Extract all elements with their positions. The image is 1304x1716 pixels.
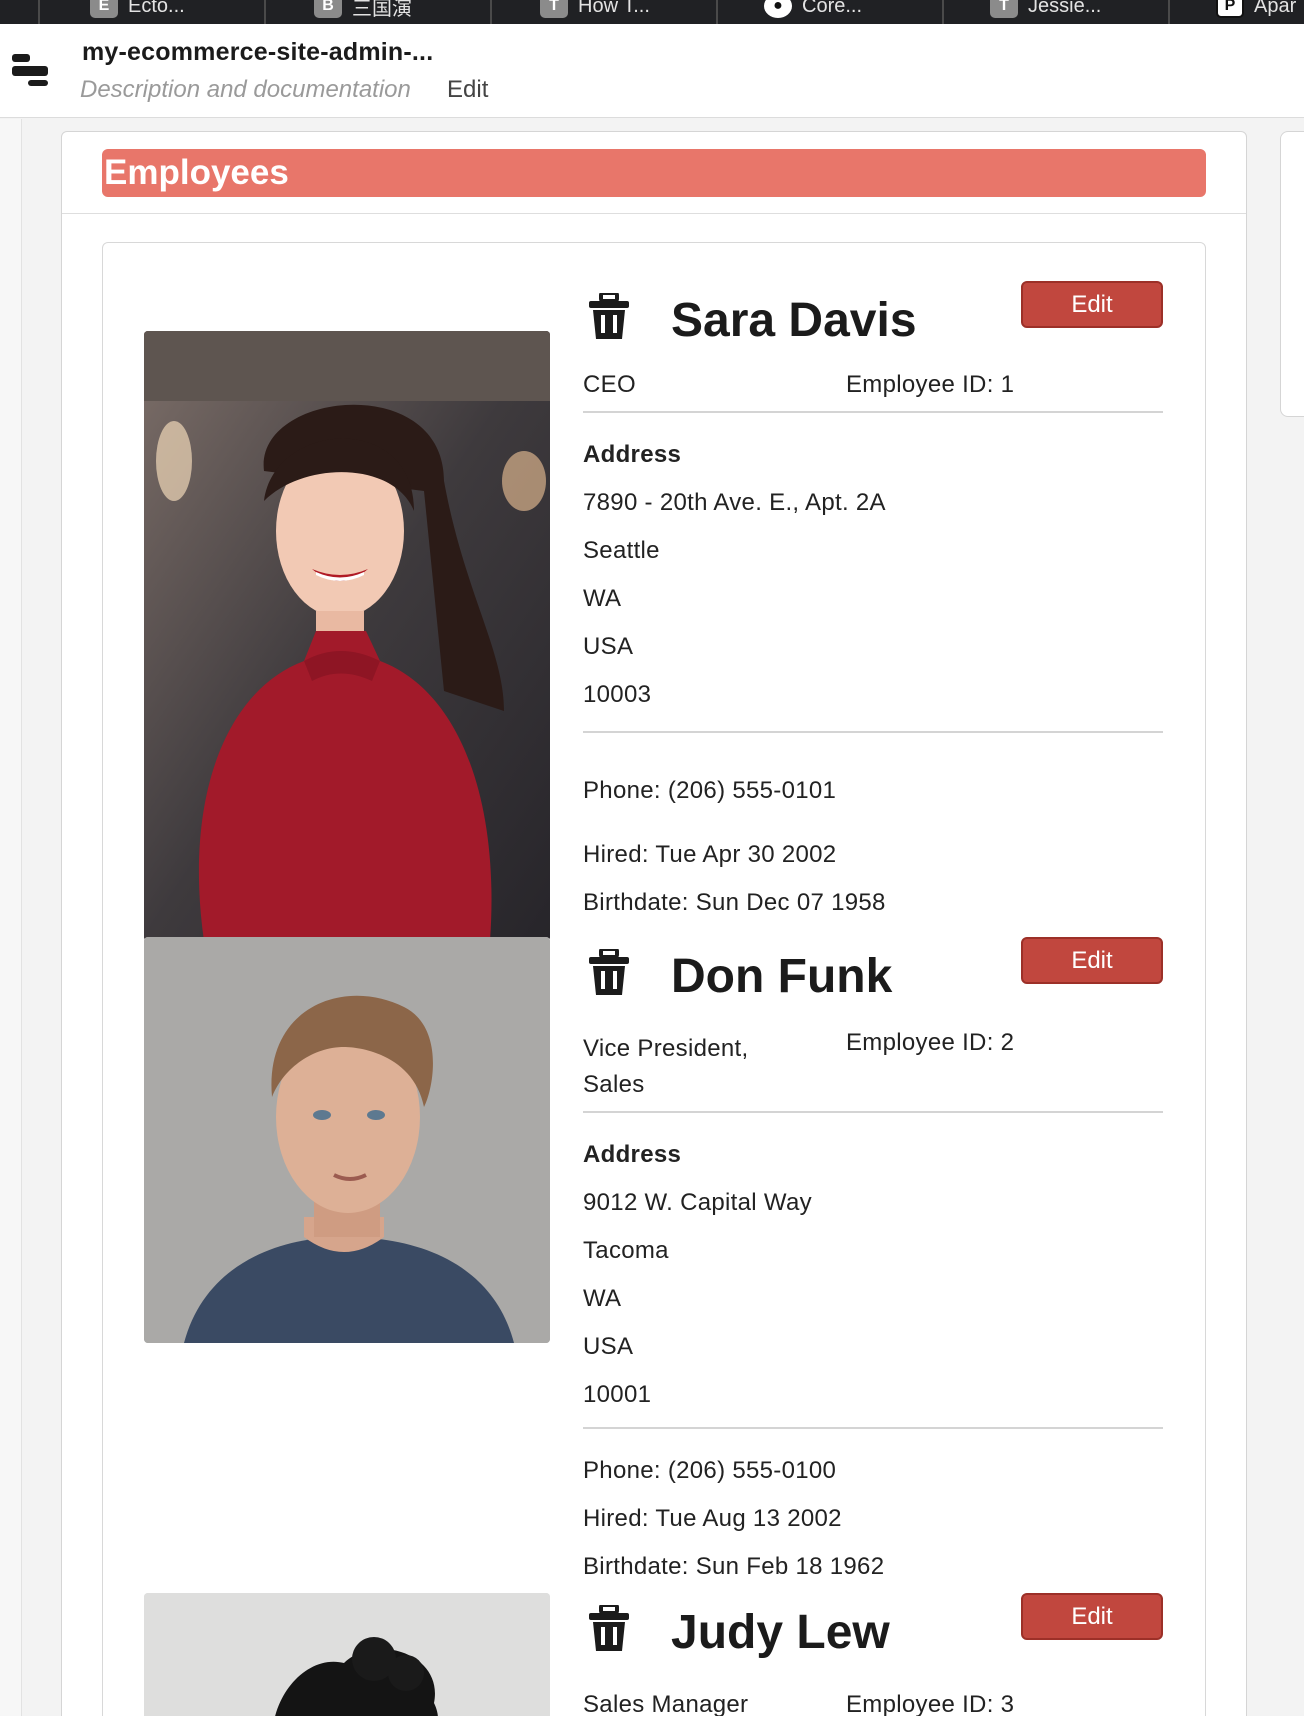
browser-tab[interactable]: ● Core... (764, 0, 862, 20)
edit-button[interactable]: Edit (1021, 1593, 1163, 1640)
tab-separator (264, 0, 266, 24)
employee-list: Sara Davis Edit CEO Employee ID: 1 Addre… (102, 242, 1206, 1716)
address-heading: Address (583, 441, 682, 468)
tab-favicon-icon: T (990, 0, 1018, 18)
employee-photo (144, 1593, 550, 1716)
tab-favicon-icon: P (1216, 0, 1244, 18)
employee-title-line1: Vice President, (583, 1035, 749, 1062)
employee-name: Sara Davis (671, 294, 917, 347)
tab-separator (38, 0, 40, 24)
app-description: Description and documentation (80, 76, 411, 103)
delete-trash-icon[interactable] (587, 1605, 631, 1653)
delete-trash-icon[interactable] (587, 293, 631, 341)
description-edit-link[interactable]: Edit (447, 76, 488, 104)
tab-label: Ecto... (128, 0, 185, 17)
address-city: Seattle (583, 537, 660, 564)
menu-icon[interactable] (10, 50, 50, 90)
tab-separator (490, 0, 492, 24)
employee-name: Don Funk (671, 950, 893, 1003)
section-title: Employees (102, 149, 1206, 197)
employee-photo (144, 331, 550, 941)
address-region: WA (583, 1285, 622, 1312)
browser-tab[interactable]: E Ecto... (90, 0, 185, 20)
address-city: Tacoma (583, 1237, 669, 1264)
right-panel-edge (1280, 131, 1304, 417)
employee-birthdate: Birthdate: Sun Dec 07 1958 (583, 889, 886, 916)
address-street: 9012 W. Capital Way (583, 1189, 812, 1216)
divider (583, 731, 1163, 733)
employee-title: CEO (583, 371, 636, 398)
panel-header: Employees (62, 132, 1246, 214)
employee-phone: Phone: (206) 555-0100 (583, 1457, 837, 1484)
employee-hired: Hired: Tue Apr 30 2002 (583, 841, 837, 868)
address-postal: 10001 (583, 1381, 652, 1408)
browser-tab[interactable]: T How T... (540, 0, 650, 20)
address-postal: 10003 (583, 681, 652, 708)
left-sidebar-edge (0, 119, 22, 1716)
edit-button[interactable]: Edit (1021, 281, 1163, 328)
address-region: WA (583, 585, 622, 612)
app-title: my-ecommerce-site-admin-... (82, 38, 434, 66)
tab-favicon-icon: T (540, 0, 568, 18)
tab-favicon-icon: E (90, 0, 118, 18)
employee-title: Sales Manager (583, 1691, 749, 1716)
browser-tab-strip: E Ecto... B 三国演 T How T... ● Core... T J… (0, 0, 1304, 24)
browser-tab[interactable]: P Apar (1216, 0, 1296, 20)
address-country: USA (583, 1333, 634, 1360)
tab-separator (1168, 0, 1170, 24)
employee-photo (144, 937, 550, 1343)
divider (583, 1427, 1163, 1429)
tab-separator (716, 0, 718, 24)
tab-label: Core... (802, 0, 863, 17)
divider (583, 411, 1163, 413)
employee-hired: Hired: Tue Aug 13 2002 (583, 1505, 842, 1532)
employee-birthdate: Birthdate: Sun Feb 18 1962 (583, 1553, 885, 1580)
employee-phone: Phone: (206) 555-0101 (583, 777, 837, 804)
tab-label: How T... (578, 0, 650, 17)
tab-favicon-icon: B (314, 0, 342, 18)
tab-label: 三国演 (352, 0, 412, 20)
address-country: USA (583, 633, 634, 660)
address-heading: Address (583, 1141, 682, 1168)
app-header: my-ecommerce-site-admin-... Description … (0, 24, 1304, 118)
employee-id: Employee ID: 2 (846, 1029, 1015, 1056)
tab-label: Apar (1254, 0, 1297, 17)
github-icon: ● (764, 0, 792, 18)
edit-button[interactable]: Edit (1021, 937, 1163, 984)
employee-id: Employee ID: 3 (846, 1691, 1015, 1716)
tab-label: Jessie... (1028, 0, 1102, 17)
browser-tab[interactable]: T Jessie... (990, 0, 1101, 20)
employee-name: Judy Lew (671, 1606, 890, 1659)
browser-tab[interactable]: B 三国演 (314, 0, 412, 20)
employee-id: Employee ID: 1 (846, 371, 1015, 398)
delete-trash-icon[interactable] (587, 949, 631, 997)
tab-separator (942, 0, 944, 24)
employee-title-line2: Sales (583, 1071, 645, 1098)
address-street: 7890 - 20th Ave. E., Apt. 2A (583, 489, 886, 516)
divider (583, 1111, 1163, 1113)
